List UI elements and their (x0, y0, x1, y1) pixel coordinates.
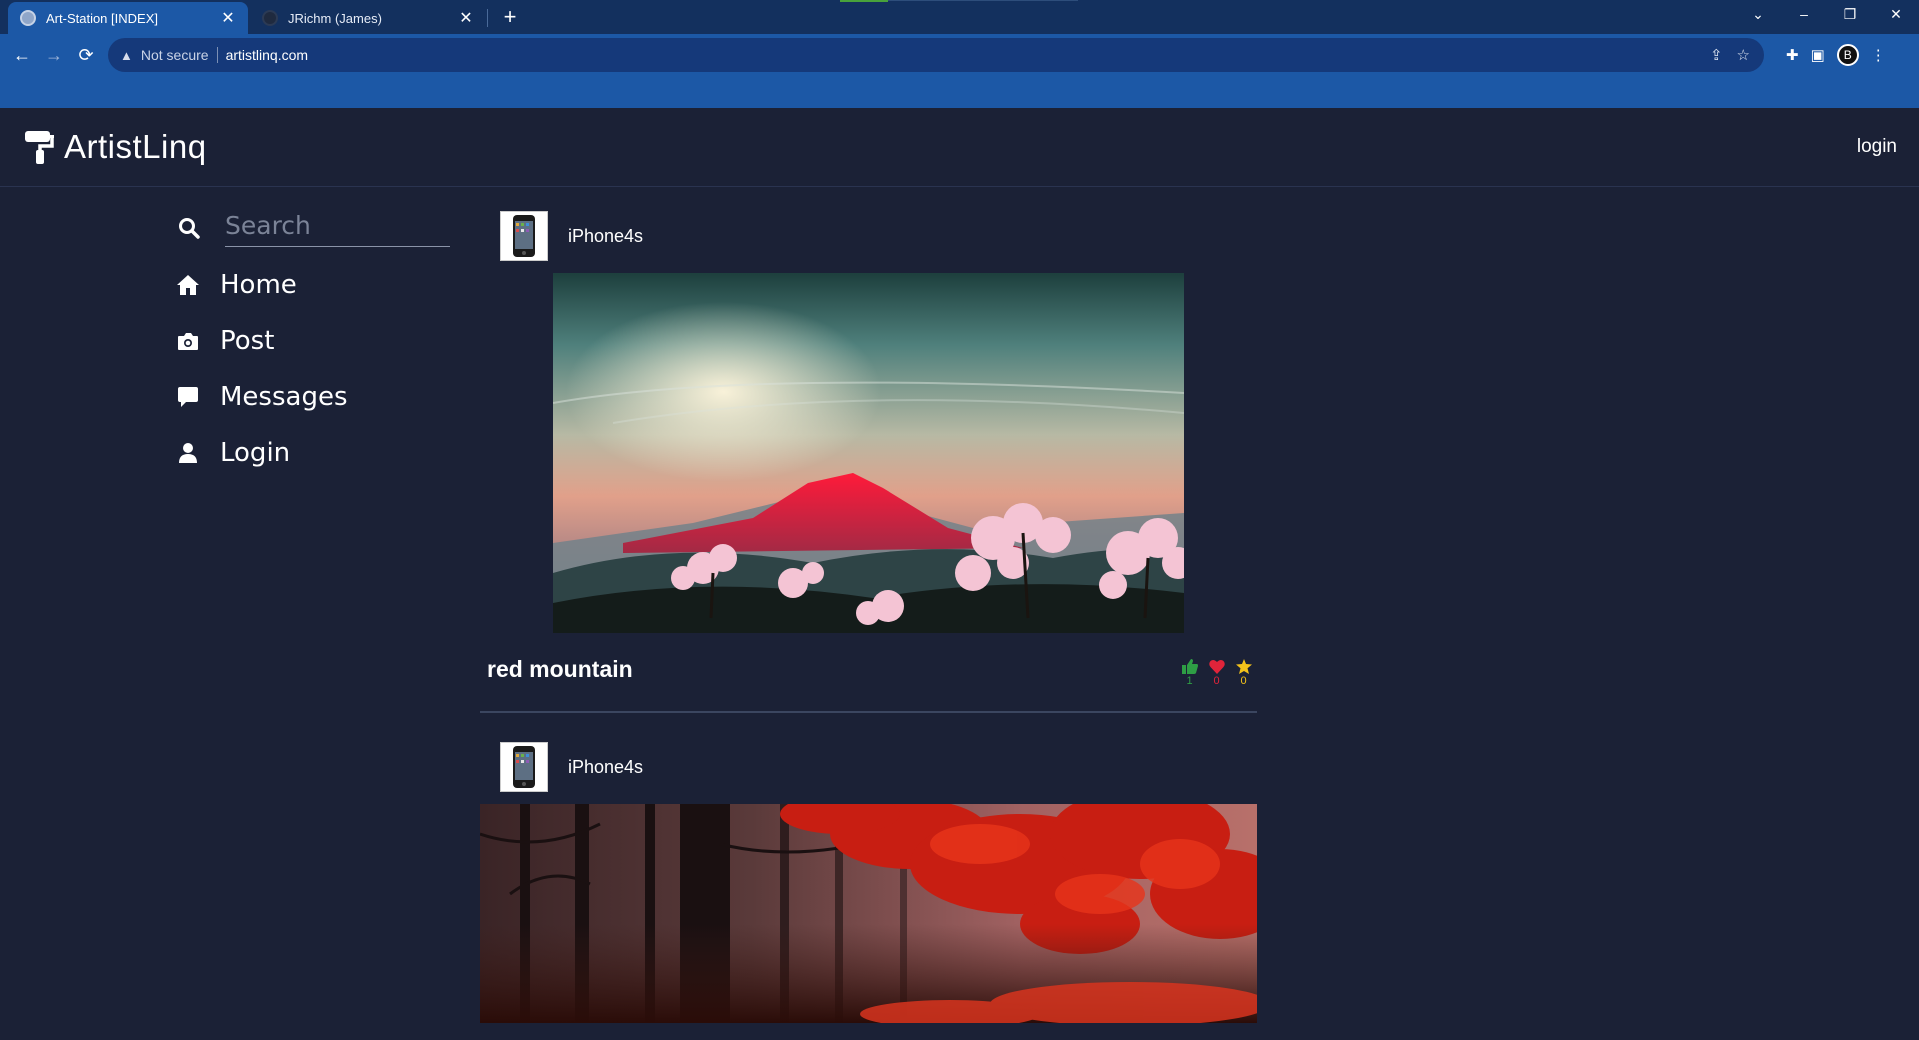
star-reaction[interactable]: 0 (1235, 659, 1252, 687)
sidebar-item-post[interactable]: Post (170, 321, 410, 361)
search-row (170, 205, 460, 249)
loading-indicator (840, 0, 888, 2)
window-controls: ⌄ – ❐ ✕ (1735, 0, 1919, 30)
reload-icon[interactable]: ⟳ (72, 41, 100, 69)
like-count: 1 (1186, 675, 1193, 687)
post-header: iPhone4s (500, 211, 643, 261)
warning-icon[interactable]: ▲ (120, 48, 133, 63)
post-reactions: 1 0 0 (1181, 659, 1252, 687)
sidebar-item-messages[interactable]: Messages (170, 377, 410, 417)
restore-icon[interactable]: ❐ (1827, 0, 1873, 30)
iphone-icon (513, 746, 535, 788)
thumbs-up-icon (1181, 659, 1198, 674)
heart-count: 0 (1213, 675, 1220, 687)
post-image[interactable] (480, 804, 1257, 1023)
share-icon[interactable]: ⇪ (1710, 46, 1723, 64)
site-header: ArtistLinq login (0, 108, 1919, 187)
loading-track (888, 0, 1078, 1)
search-icon[interactable] (178, 217, 200, 239)
globe-icon (20, 10, 36, 26)
tab-title: Art-Station [INDEX] (46, 10, 158, 26)
browser-titlebar: Art-Station [INDEX] ✕ JRichm (James) ✕ +… (0, 0, 1919, 34)
address-bar[interactable]: ▲ Not secure artistlinq.com ⇪ ☆ (108, 38, 1764, 72)
tab-title: JRichm (James) (288, 10, 382, 26)
star-icon (1235, 659, 1252, 674)
tab-separator (487, 9, 488, 27)
security-label[interactable]: Not secure (141, 47, 209, 63)
minimize-icon[interactable]: – (1781, 0, 1827, 30)
header-login-link[interactable]: login (1857, 136, 1897, 158)
extensions-puzzle-icon[interactable]: ✚ (1786, 46, 1799, 64)
browser-toolbar: ← → ⟳ ▲ Not secure artistlinq.com ⇪ ☆ ✚ … (0, 34, 1919, 108)
red-forest-image (480, 804, 1257, 1023)
close-icon[interactable]: ✕ (458, 8, 474, 28)
post-title[interactable]: red mountain (487, 656, 633, 683)
close-icon[interactable]: ✕ (220, 8, 236, 28)
message-icon (168, 386, 208, 408)
sidebar-item-login[interactable]: Login (170, 433, 410, 473)
avatar[interactable] (500, 742, 548, 792)
back-icon[interactable]: ← (8, 41, 36, 69)
extension-area: ✚ ▣ B ⋮ (1786, 41, 1886, 69)
sidebar-item-label: Login (220, 438, 291, 468)
home-icon (168, 274, 208, 296)
post-username[interactable]: iPhone4s (568, 226, 643, 247)
sidebar-item-label: Post (220, 326, 275, 356)
new-tab-button[interactable]: + (496, 4, 524, 32)
paint-roller-icon (25, 131, 54, 164)
sidebar-item-label: Messages (220, 382, 348, 412)
sidebar-item-home[interactable]: Home (170, 265, 410, 305)
avatar[interactable] (500, 211, 548, 261)
post-divider (480, 711, 1257, 713)
forward-icon[interactable]: → (40, 41, 68, 69)
window-close-icon[interactable]: ✕ (1873, 0, 1919, 30)
heart-reaction[interactable]: 0 (1208, 659, 1225, 687)
site-logo[interactable]: ArtistLinq (24, 128, 207, 166)
like-reaction[interactable]: 1 (1181, 659, 1198, 687)
post-image[interactable] (553, 273, 1184, 633)
side-panel-icon[interactable]: ▣ (1811, 46, 1825, 64)
logo-text: ArtistLinq (64, 128, 207, 165)
red-mountain-image (553, 273, 1184, 633)
search-input[interactable] (225, 205, 450, 247)
tab-art-station[interactable]: Art-Station [INDEX] ✕ (8, 2, 248, 34)
heart-icon (1208, 659, 1225, 674)
menu-kebab-icon[interactable]: ⋮ (1871, 46, 1886, 64)
tab-search-icon[interactable]: ⌄ (1735, 0, 1781, 30)
iphone-icon (513, 215, 535, 257)
post-username[interactable]: iPhone4s (568, 757, 643, 778)
omnibox-actions: ⇪ ☆ (1710, 38, 1750, 72)
camera-icon (168, 331, 208, 351)
tab-jrichm[interactable]: JRichm (James) ✕ (250, 2, 486, 34)
post-header: iPhone4s (500, 742, 643, 792)
star-count: 0 (1240, 675, 1247, 687)
sidebar-item-label: Home (220, 270, 297, 300)
omnibox-divider (216, 47, 218, 63)
github-icon (262, 10, 278, 26)
user-icon (168, 442, 208, 464)
profile-avatar[interactable]: B (1836, 44, 1859, 66)
url-text[interactable]: artistlinq.com (226, 47, 308, 63)
bookmark-star-icon[interactable]: ☆ (1737, 46, 1750, 64)
